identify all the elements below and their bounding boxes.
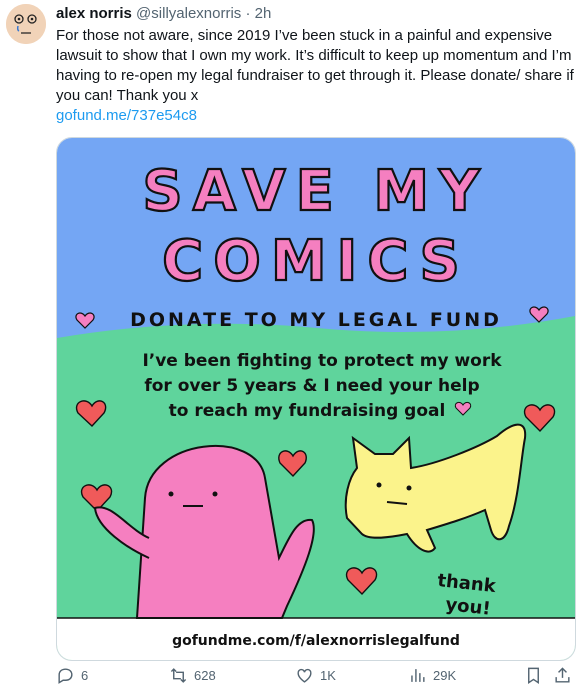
views-icon xyxy=(411,669,425,682)
message-line-2: for over 5 years & I need your help xyxy=(144,376,479,396)
avatar[interactable] xyxy=(6,4,46,44)
action-bar: 6 628 1K 29K xyxy=(56,666,574,688)
title-line-2: COMICS xyxy=(162,229,470,294)
tweet-header: alex norris @sillyalexnorris · 2h xyxy=(56,4,271,24)
title-line-1: SAVE MY xyxy=(142,159,489,224)
tweet-text: For those not aware, since 2019 I’ve bee… xyxy=(56,27,574,104)
separator-dot: · xyxy=(245,5,251,22)
banner: DONATE TO MY LEGAL FUND xyxy=(75,306,549,331)
tweet: alex norris @sillyalexnorris · 2h For th… xyxy=(0,0,581,696)
share-button[interactable] xyxy=(553,666,578,685)
views-count: 29K xyxy=(433,668,457,683)
repost-count: 628 xyxy=(194,668,216,683)
fundraiser-link[interactable]: gofund.me/737e54c8 xyxy=(56,106,574,126)
reply-icon xyxy=(58,668,73,684)
bookmark-button[interactable] xyxy=(524,666,549,685)
tweet-body: For those not aware, since 2019 I’ve bee… xyxy=(56,26,574,126)
repost-icon xyxy=(170,668,187,683)
fundraiser-url: gofundme.com/f/alexnorrislegalfund xyxy=(172,633,460,649)
author-name[interactable]: alex norris xyxy=(56,5,132,22)
reply-count: 6 xyxy=(81,668,89,683)
message-line-3: to reach my fundraising goal xyxy=(169,401,446,421)
author-handle[interactable]: @sillyalexnorris xyxy=(136,5,241,22)
reply-button[interactable]: 6 xyxy=(56,666,88,685)
banner-text: DONATE TO MY LEGAL FUND xyxy=(130,309,502,331)
like-icon xyxy=(297,668,312,683)
like-count: 1K xyxy=(320,668,336,683)
like-button[interactable]: 1K xyxy=(295,666,336,685)
repost-button[interactable]: 628 xyxy=(169,666,216,685)
share-icon xyxy=(555,667,570,683)
views-button[interactable]: 29K xyxy=(408,666,456,685)
bookmark-icon xyxy=(528,667,539,684)
message-line-1: I’ve been fighting to protect my work xyxy=(142,351,502,371)
tweet-image[interactable]: SAVE MY COMICS DONATE TO MY LEGAL FUND I… xyxy=(56,137,576,661)
timestamp[interactable]: 2h xyxy=(255,5,272,22)
